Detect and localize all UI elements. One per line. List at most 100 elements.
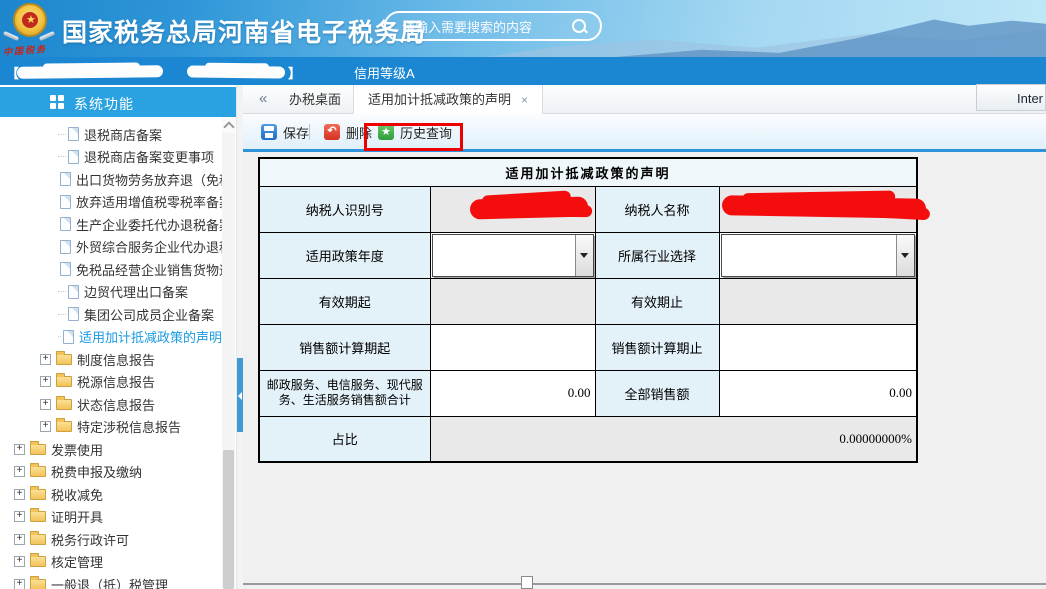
tab-declaration[interactable]: 适用加计抵减政策的声明× [353, 85, 543, 114]
dropdown-arrow-icon[interactable] [575, 235, 593, 276]
expand-plus-icon[interactable]: + [14, 489, 25, 500]
redaction-scribble [470, 196, 588, 219]
sidebar-header[interactable]: 系统功能 [0, 87, 236, 117]
dropdown-arrow-icon[interactable] [896, 235, 914, 276]
sidebar-item[interactable]: +税源信息报告 [0, 371, 222, 394]
expand-plus-icon[interactable]: + [14, 511, 25, 522]
sidebar: 系统功能 退税商店备案退税商店备案变更事项出口货物劳务放弃退（免税）放弃适用增值… [0, 85, 236, 589]
scrollbar-thumb[interactable] [223, 450, 234, 589]
sidebar-item[interactable]: 退税商店备案变更事项 [0, 146, 222, 169]
sidebar-item[interactable]: + 税收减免 [0, 483, 222, 506]
collapse-left-icon [238, 392, 242, 400]
policy-year-select[interactable] [432, 234, 594, 277]
search-box[interactable] [384, 11, 602, 41]
site-title: 国家税务总局河南省电子税务局 [62, 13, 426, 49]
search-icon[interactable] [572, 19, 586, 33]
folder-icon [56, 399, 72, 410]
toolbar: 保存 ↶ 删除 ★ 历史查询 [243, 114, 1046, 152]
taxpayer-id-label: 纳税人识别号 [259, 186, 430, 232]
industry-select[interactable] [721, 234, 916, 277]
sidebar-item-label: 外贸综合服务企业代办退税 [76, 237, 222, 256]
sidebar-item[interactable]: +一般退（抵）税管理 [0, 573, 222, 589]
doc-icon [60, 172, 71, 186]
sidebar-item[interactable]: + 核定管理 [0, 551, 222, 574]
save-button[interactable]: 保存 [261, 121, 309, 143]
app-header: ★ 中国税务 国家税务总局河南省电子税务局 [0, 0, 1046, 57]
four-services-sales-label: 邮政服务、电信服务、现代服务、生活服务销售额合计 [259, 370, 430, 416]
frame-divider [243, 583, 1046, 585]
expand-plus-icon[interactable]: + [14, 466, 25, 477]
sidebar-item-label: 特定涉税信息报告 [77, 417, 181, 436]
expand-plus-icon[interactable]: + [14, 579, 25, 589]
expand-plus-icon[interactable]: + [40, 376, 51, 387]
search-input[interactable] [400, 15, 564, 39]
sidebar-item-label: 核定管理 [51, 552, 103, 571]
expand-plus-icon[interactable]: + [14, 444, 25, 455]
form-title: 适用加计抵减政策的声明 [259, 158, 917, 186]
doc-icon [68, 285, 79, 299]
total-sales-value[interactable]: 0.00 [719, 370, 917, 416]
sidebar-item[interactable]: + 税费申报及缴纳 [0, 461, 222, 484]
panel-splitter[interactable] [236, 85, 243, 589]
policy-year-label: 适用政策年度 [259, 232, 430, 278]
scroll-up-icon[interactable] [222, 117, 235, 133]
doc-icon [60, 262, 71, 276]
sidebar-item-label: 退税商店备案 [84, 125, 162, 144]
expand-plus-icon[interactable]: + [14, 556, 25, 567]
doc-icon [60, 240, 71, 254]
sales-calc-from-label: 销售额计算期起 [259, 324, 430, 370]
sidebar-item-label: 税收减免 [51, 485, 103, 504]
folder-icon [56, 376, 72, 387]
sidebar-item[interactable]: 集团公司成员企业备案 [0, 303, 222, 326]
ratio-label: 占比 [259, 416, 430, 462]
tabs-collapse-icon[interactable]: « [259, 90, 267, 107]
user-info-bar: 【 】 信用等级A [0, 57, 1046, 85]
sidebar-item[interactable]: 生产企业委托代办退税备案 [0, 213, 222, 236]
expand-plus-icon[interactable]: + [40, 354, 51, 365]
sidebar-header-label: 系统功能 [74, 94, 134, 114]
sidebar-item[interactable]: 免税品经营企业销售货物退 [0, 258, 222, 281]
doc-icon [63, 330, 74, 344]
sidebar-item[interactable]: +状态信息报告 [0, 393, 222, 416]
sidebar-tree: 退税商店备案退税商店备案变更事项出口货物劳务放弃退（免税）放弃适用增值税零税率备… [0, 117, 222, 589]
sidebar-item-label: 集团公司成员企业备案 [84, 305, 214, 324]
sidebar-item-label: 适用加计抵减政策的声明 [79, 327, 222, 346]
expand-plus-icon[interactable]: + [14, 534, 25, 545]
expand-plus-icon[interactable]: + [40, 421, 51, 432]
folder-icon [30, 579, 46, 589]
sidebar-item[interactable]: 出口货物劳务放弃退（免税） [0, 168, 222, 191]
sidebar-item[interactable]: + 发票使用 [0, 438, 222, 461]
sidebar-scrollbar[interactable] [222, 117, 235, 589]
sidebar-item[interactable]: 放弃适用增值税零税率备案 [0, 191, 222, 214]
doc-icon [68, 150, 79, 164]
folder-icon [30, 444, 46, 455]
expand-plus-icon[interactable]: + [40, 399, 51, 410]
sidebar-item[interactable]: +税务行政许可 [0, 528, 222, 551]
sidebar-item-label: 发票使用 [51, 440, 103, 459]
sales-calc-to-field[interactable] [719, 324, 917, 370]
sidebar-item-label: 退税商店备案变更事项 [84, 147, 214, 166]
sales-calc-from-field[interactable] [430, 324, 595, 370]
sidebar-item[interactable]: + 特定涉税信息报告 [0, 416, 222, 439]
main-content: « 办税桌面 适用加计抵减政策的声明× Inter 保存 ↶ 删除 ★ 历史查询 [243, 85, 1046, 589]
resize-handle[interactable] [521, 576, 533, 589]
sidebar-item[interactable]: 外贸综合服务企业代办退税 [0, 236, 222, 259]
delete-icon: ↶ [324, 124, 340, 140]
sidebar-item-label: 证明开具 [51, 507, 103, 526]
doc-icon [60, 195, 71, 209]
sidebar-item-label: 税费申报及缴纳 [51, 462, 142, 481]
form-area: 适用加计抵减政策的声明 纳税人识别号 纳税人名称 适用政策年度 所属行业选择 有… [243, 152, 1046, 589]
tab-desktop[interactable]: 办税桌面 [275, 85, 355, 114]
sidebar-item[interactable]: 退税商店备案 [0, 123, 222, 146]
sales-calc-to-label: 销售额计算期止 [595, 324, 719, 370]
sidebar-item[interactable]: 边贸代理出口备案 [0, 281, 222, 304]
sidebar-item[interactable]: 适用加计抵减政策的声明 [0, 326, 222, 349]
sidebar-item[interactable]: +制度信息报告 [0, 348, 222, 371]
sidebar-item[interactable]: + 证明开具 [0, 506, 222, 529]
toolbar-divider [309, 124, 310, 140]
sidebar-item-label: 边贸代理出口备案 [84, 282, 188, 301]
tab-close-icon[interactable]: × [521, 93, 528, 107]
taxpayer-name-label: 纳税人名称 [595, 186, 719, 232]
folder-icon [30, 489, 46, 500]
four-services-sales-value[interactable]: 0.00 [430, 370, 595, 416]
